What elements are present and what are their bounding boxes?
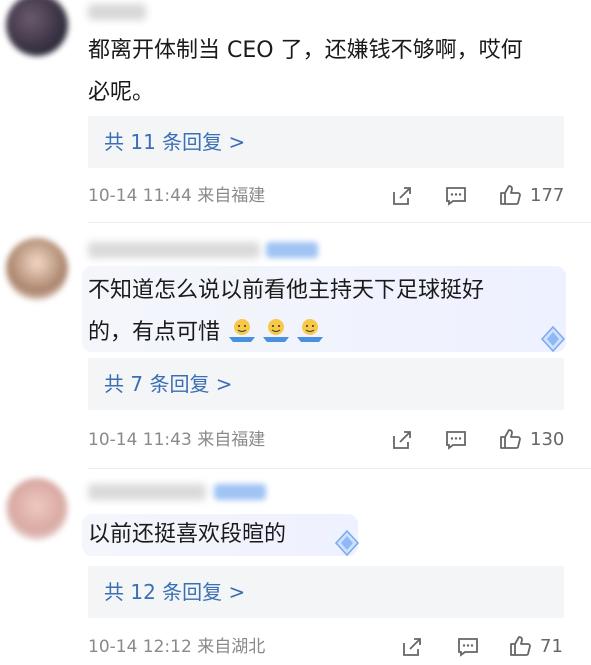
shrug-emoji-icon xyxy=(263,319,290,342)
replies-link[interactable]: 共 12 条回复 > xyxy=(88,566,564,618)
comment-item-2: 不知道怎么说以前看他主持天下足球挺好 的，有点可惜 共 7 条回复 > 10-1… xyxy=(0,222,591,470)
user-badge xyxy=(214,484,266,500)
avatar[interactable] xyxy=(6,478,68,540)
comment-meta: 10-14 11:43 来自福建 xyxy=(88,430,266,450)
shrug-emoji-icon xyxy=(229,319,256,342)
share-icon[interactable] xyxy=(390,184,414,208)
like-count: 177 xyxy=(530,185,565,206)
replies-label: 共 11 条回复 > xyxy=(104,130,246,154)
comment-text: 以前还挺喜欢段暄的 xyxy=(88,514,558,556)
comment-meta: 10-14 12:12 来自湖北 xyxy=(88,637,266,657)
username-blurred[interactable] xyxy=(88,484,206,500)
replies-link[interactable]: 共 11 条回复 > xyxy=(88,116,564,168)
comment-meta: 10-14 11:44 来自福建 xyxy=(88,186,266,206)
comment-icon[interactable] xyxy=(456,635,480,659)
diamond-badge-icon xyxy=(334,529,360,557)
avatar[interactable] xyxy=(6,0,68,56)
shrug-emoji-icon xyxy=(297,319,324,342)
share-icon[interactable] xyxy=(400,635,424,659)
user-badge xyxy=(266,242,318,258)
comment-text-fragment: 的，有点可惜 xyxy=(88,320,221,345)
replies-link[interactable]: 共 7 条回复 > xyxy=(88,358,564,410)
comment-text-line: 不知道怎么说以前看他主持天下足球挺好 xyxy=(88,278,485,303)
replies-label: 共 12 条回复 > xyxy=(104,580,246,604)
username-blurred[interactable] xyxy=(88,242,260,258)
username-blurred[interactable] xyxy=(88,4,146,20)
like-icon[interactable] xyxy=(498,427,522,451)
comment-icon[interactable] xyxy=(444,184,468,208)
comment-icon[interactable] xyxy=(444,428,468,452)
diamond-badge-icon xyxy=(540,325,566,353)
like-count: 71 xyxy=(540,636,563,657)
avatar[interactable] xyxy=(6,238,68,300)
comment-item-1: 都离开体制当 CEO 了，还嫌钱不够啊，哎何 必呢。 共 11 条回复 > 10… xyxy=(0,0,591,223)
comment-text: 不知道怎么说以前看他主持天下足球挺好 的，有点可惜 xyxy=(88,270,558,354)
comment-text-line: 的，有点可惜 xyxy=(88,312,558,354)
comment-text: 都离开体制当 CEO 了，还嫌钱不够啊，哎何 必呢。 xyxy=(88,30,558,114)
like-icon[interactable] xyxy=(508,634,532,658)
comment-text-line: 以前还挺喜欢段暄的 xyxy=(88,522,287,547)
comment-text-line: 都离开体制当 CEO 了，还嫌钱不够啊，哎何 xyxy=(88,38,523,63)
comment-text-line: 必呢。 xyxy=(88,80,155,105)
comment-item-3: 以前还挺喜欢段暄的 共 12 条回复 > 10-14 12:12 来自湖北 71 xyxy=(0,468,591,665)
share-icon[interactable] xyxy=(390,428,414,452)
like-count: 130 xyxy=(530,429,565,450)
replies-label: 共 7 条回复 > xyxy=(104,372,233,396)
like-icon[interactable] xyxy=(498,183,522,207)
